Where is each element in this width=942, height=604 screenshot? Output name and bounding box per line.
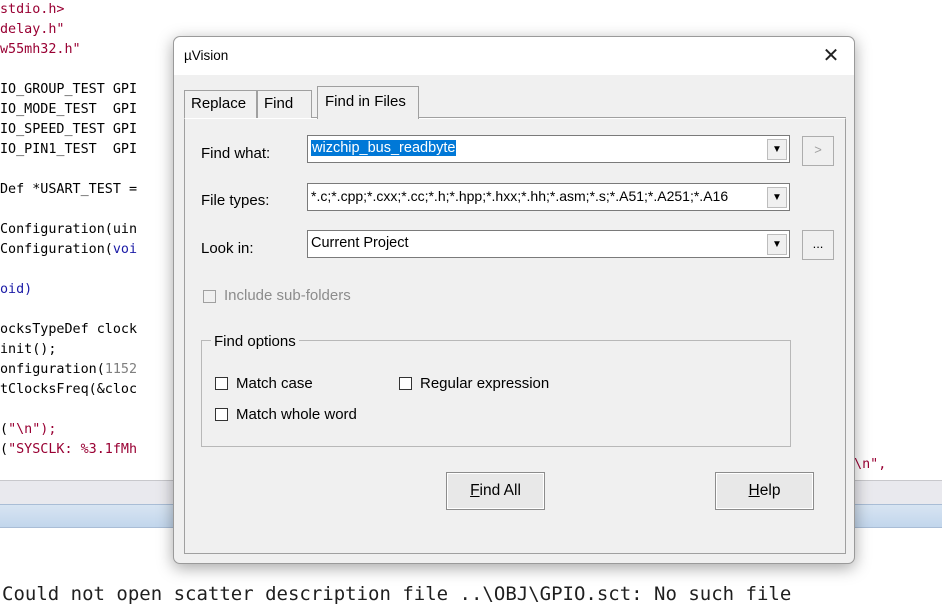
- find-what-combobox[interactable]: wizchip_bus_readbyte ▼: [307, 135, 790, 163]
- code-text: onfiguration(: [0, 362, 105, 377]
- look-in-combobox[interactable]: Current Project ▼: [307, 230, 790, 258]
- browse-ellipsis-icon: ...: [812, 236, 824, 251]
- code-text: (: [0, 442, 9, 457]
- code-text: Configuration(uin: [0, 222, 138, 237]
- code-line: w55mh32.h": [0, 40, 81, 60]
- find-all-label: ind All: [479, 482, 521, 499]
- look-in-label: Look in:: [201, 240, 254, 257]
- code-line: ocksTypeDef clock: [0, 320, 137, 340]
- include-subfolders-checkbox[interactable]: [203, 290, 216, 303]
- regular-expression-label[interactable]: Regular expression: [420, 375, 549, 392]
- code-text: w55mh32.h": [0, 42, 81, 57]
- close-button[interactable]: ✕: [816, 41, 846, 71]
- find-all-button[interactable]: Find All: [446, 472, 545, 510]
- regular-expression-checkbox[interactable]: [399, 377, 412, 390]
- code-token: voi: [112, 242, 138, 257]
- file-types-input[interactable]: *.c;*.cpp;*.cxx;*.cc;*.h;*.hpp;*.hxx;*.h…: [311, 188, 766, 204]
- code-line: IO_GROUP_TEST GPI: [0, 80, 137, 100]
- find-what-dropdown-arrow-icon[interactable]: ▼: [767, 139, 787, 160]
- tab-find-label: Find: [264, 95, 294, 112]
- dialog-titlebar[interactable]: µVision ✕: [174, 37, 854, 75]
- find-options-group: [201, 340, 791, 447]
- code-text: delay.h": [0, 22, 65, 37]
- code-token: 1152: [104, 362, 138, 377]
- code-line: IO_MODE_TEST GPI: [0, 100, 137, 120]
- code-line: ("\n");: [0, 420, 56, 440]
- file-types-dropdown-arrow-icon[interactable]: ▼: [767, 187, 787, 208]
- code-line: Configuration(uin: [0, 220, 137, 240]
- code-line: IO_PIN1_TEST GPI: [0, 140, 137, 160]
- build-output-message: Could not open scatter description file …: [2, 583, 792, 604]
- file-types-combobox[interactable]: *.c;*.cpp;*.cxx;*.cc;*.h;*.hpp;*.hxx;*.h…: [307, 183, 790, 211]
- match-case-label[interactable]: Match case: [236, 375, 313, 392]
- tab-find[interactable]: Find: [257, 90, 312, 118]
- code-token: "SYSCLK: %3.1fMh: [8, 442, 138, 457]
- code-text: Def *USART_TEST =: [0, 182, 138, 197]
- match-case-checkbox[interactable]: [215, 377, 228, 390]
- find-what-input[interactable]: wizchip_bus_readbyte: [311, 140, 457, 156]
- code-line: IO_SPEED_TEST GPI: [0, 120, 137, 140]
- include-subfolders-label: Include sub-folders: [224, 287, 351, 304]
- find-in-files-dialog: µVision ✕ Replace Find Find in Files Fin…: [173, 36, 855, 564]
- tab-find-in-files[interactable]: Find in Files: [317, 86, 419, 119]
- code-text: init();: [0, 342, 57, 357]
- code-line: Def *USART_TEST =: [0, 180, 137, 200]
- code-text: Configuration(: [0, 242, 113, 257]
- code-line: Configuration(voi: [0, 240, 137, 260]
- code-text: IO_GROUP_TEST GPI: [0, 82, 138, 97]
- code-text: tClocksFreq(&cloc: [0, 382, 138, 397]
- code-line: ("SYSCLK: %3.1fMh: [0, 440, 137, 460]
- match-whole-word-label[interactable]: Match whole word: [236, 406, 357, 423]
- find-all-mnemonic: F: [470, 482, 480, 499]
- help-button[interactable]: Help: [715, 472, 814, 510]
- close-icon: ✕: [822, 45, 840, 67]
- find-what-label: Find what:: [201, 145, 271, 162]
- file-types-label: File types:: [201, 192, 270, 209]
- code-text: oid): [0, 282, 33, 297]
- find-what-history-icon: >: [814, 142, 822, 157]
- find-what-history-button[interactable]: >: [802, 136, 834, 166]
- tab-replace-label: Replace: [191, 95, 247, 112]
- code-line: init();: [0, 340, 56, 360]
- code-text: stdio.h>: [0, 2, 65, 17]
- code-text: ocksTypeDef clock: [0, 322, 138, 337]
- look-in-dropdown-arrow-icon[interactable]: ▼: [767, 234, 787, 255]
- code-line: tClocksFreq(&cloc: [0, 380, 137, 400]
- code-text: (: [0, 422, 9, 437]
- code-line: delay.h": [0, 20, 65, 40]
- code-line: stdio.h>: [0, 0, 65, 20]
- code-text: IO_MODE_TEST GPI: [0, 102, 138, 117]
- tab-replace[interactable]: Replace: [184, 90, 257, 118]
- tab-find-in-files-label: Find in Files: [325, 93, 406, 110]
- browse-folder-button[interactable]: ...: [802, 230, 834, 260]
- code-text: IO_SPEED_TEST GPI: [0, 122, 138, 137]
- find-what-value: wizchip_bus_readbyte: [311, 140, 457, 156]
- code-line: onfiguration(1152: [0, 360, 137, 380]
- look-in-value[interactable]: Current Project: [311, 235, 409, 251]
- code-token: "\n");: [8, 422, 57, 437]
- find-options-title: Find options: [211, 333, 299, 350]
- code-text: IO_PIN1_TEST GPI: [0, 142, 138, 157]
- help-label: elp: [759, 482, 781, 499]
- code-line: oid): [0, 280, 32, 300]
- help-mnemonic: H: [748, 482, 760, 499]
- dialog-title: µVision: [184, 48, 229, 63]
- match-whole-word-checkbox[interactable]: [215, 408, 228, 421]
